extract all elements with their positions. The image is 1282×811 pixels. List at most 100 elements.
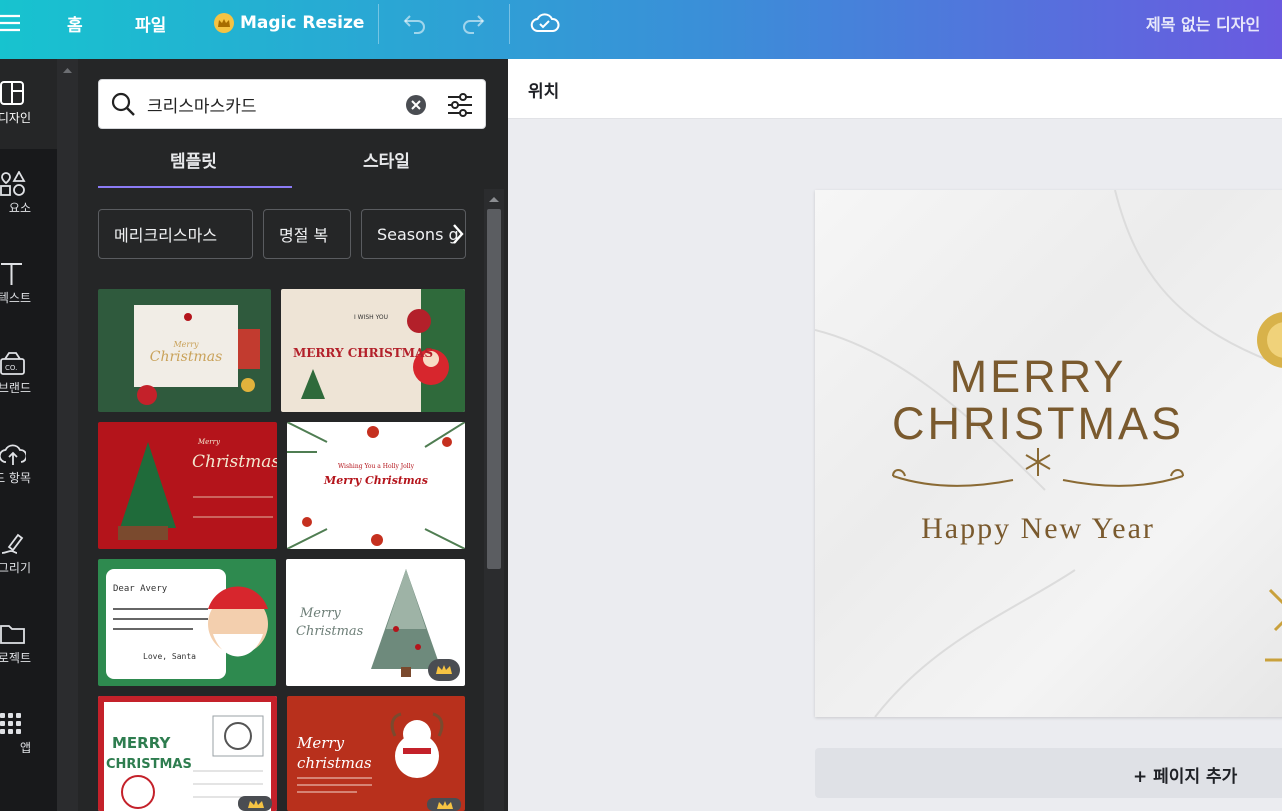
template-text: MERRY	[112, 734, 171, 752]
rail-item-uploads[interactable]: 업로드 항목	[0, 419, 57, 509]
design-artwork: MERRY CHRISTMAS Happy New Year	[815, 190, 1282, 717]
template-text: Merry	[296, 734, 345, 752]
design-title[interactable]: 제목 없는 디자인	[1146, 0, 1260, 46]
tab-templates[interactable]: 템플릿	[170, 147, 217, 172]
chip-holiday-clothes[interactable]: 명절 복	[263, 209, 351, 259]
panel-scrollbar[interactable]	[484, 189, 504, 811]
template-4-art: Dear Avery Love, Santa	[98, 559, 276, 686]
template-text: Merry	[299, 606, 341, 621]
template-thumbnail[interactable]: I WISH YOU MERRY CHRISTMAS	[281, 289, 465, 412]
panel-scrollbar-thumb[interactable]	[487, 209, 501, 569]
template-0-art: Merry Christmas	[98, 289, 271, 412]
template-text: CHRISTMAS	[106, 757, 192, 772]
template-thumbnail[interactable]: Merry Christmas	[98, 289, 271, 412]
top-toolbar: 홈 파일 Magic Resize 제목 없는 디자인	[0, 0, 1282, 59]
home-button[interactable]: 홈	[67, 0, 83, 46]
template-text: Christmas	[192, 452, 277, 472]
template-text: Love, Santa	[143, 652, 196, 661]
template-thumbnail[interactable]: Dear Avery Love, Santa	[98, 559, 276, 686]
rail-item-elements[interactable]: 요소	[0, 149, 57, 239]
template-5-art: Merry Christmas	[286, 559, 465, 686]
filter-sliders-icon[interactable]	[447, 92, 473, 118]
file-menu-button[interactable]: 파일	[135, 0, 166, 46]
rail-label: 브랜드	[0, 381, 31, 395]
cloud-save-button[interactable]	[530, 0, 560, 46]
redo-icon	[463, 15, 485, 34]
rail-label: 프로젝트	[0, 651, 31, 665]
template-text: Merry Christmas	[323, 474, 428, 487]
design-headline-merry[interactable]: MERRY	[950, 351, 1127, 402]
layout-icon	[0, 81, 24, 105]
magic-resize-button[interactable]: Magic Resize	[213, 0, 364, 46]
cloud-check-icon	[530, 13, 560, 32]
chip-label: Seasons g	[377, 224, 459, 244]
design-page[interactable]: MERRY CHRISTMAS Happy New Year	[815, 190, 1282, 717]
menu-button[interactable]	[0, 0, 26, 46]
template-3-art: Wishing You a Holly Jolly Merry Christma…	[287, 422, 465, 549]
add-page-button[interactable]: + 페이지 추가	[815, 748, 1282, 798]
folder-icon	[0, 625, 25, 644]
template-text: Christmas	[296, 624, 364, 639]
rail-label: 앱	[19, 741, 31, 755]
clear-search-icon[interactable]	[405, 94, 427, 116]
design-subline[interactable]: Happy New Year	[921, 512, 1155, 545]
template-1-art: I WISH YOU MERRY CHRISTMAS	[281, 289, 465, 412]
snowflake-ornament-icon	[892, 448, 1184, 487]
template-text: I WISH YOU	[354, 314, 388, 321]
chips-next-arrow-icon[interactable]	[450, 222, 466, 246]
template-thumbnail[interactable]: Merry Christmas	[286, 559, 465, 686]
template-thumbnail[interactable]: Merry Christmas	[98, 422, 277, 549]
rail-item-design[interactable]: 디자인	[0, 59, 57, 149]
crown-icon	[214, 13, 234, 33]
gold-ornament-icon	[1257, 312, 1282, 662]
tab-styles[interactable]: 스타일	[363, 147, 410, 172]
rail-item-draw[interactable]: 그리기	[0, 509, 57, 599]
rail-label: 요소	[8, 201, 31, 215]
rail-item-apps[interactable]: 앱	[0, 689, 57, 779]
brand-icon: CO.	[0, 352, 25, 375]
template-thumbnail[interactable]: MERRY CHRISTMAS	[98, 696, 277, 811]
template-text: Wishing You a Holly Jolly	[338, 463, 415, 470]
upload-icon	[0, 444, 26, 465]
page-title[interactable]: 위치	[528, 77, 559, 102]
template-text: Dear Avery	[113, 584, 168, 594]
template-text: MERRY CHRISTMAS	[293, 346, 433, 360]
rail-label: 텍스트	[0, 291, 31, 305]
template-7-art: Merry christmas	[287, 696, 465, 811]
rail-scrollbar[interactable]	[57, 59, 78, 811]
template-2-art: Merry Christmas	[98, 422, 277, 549]
page-header: 위치	[508, 59, 1282, 119]
template-thumbnail[interactable]: Wishing You a Holly Jolly Merry Christma…	[287, 422, 465, 549]
canvas-area: 위치 MERRY CHRISTMAS Happy New Year + 페이지 …	[508, 59, 1282, 811]
design-headline-christmas[interactable]: CHRISTMAS	[892, 398, 1184, 449]
text-icon	[1, 263, 22, 285]
search-input[interactable]	[147, 90, 397, 118]
template-text: Christmas	[150, 349, 223, 365]
search-box	[98, 79, 486, 129]
template-text: Merry	[172, 340, 199, 349]
magic-resize-label: Magic Resize	[240, 13, 365, 33]
shapes-icon	[0, 171, 26, 196]
template-text: Merry	[197, 438, 221, 446]
undo-button[interactable]	[402, 0, 428, 46]
templates-panel: 템플릿 스타일 메리크리스마스 명절 복 Seasons g Merry Chr…	[78, 59, 508, 811]
template-thumbnail[interactable]: Merry christmas	[287, 696, 465, 811]
redo-button[interactable]	[460, 0, 486, 46]
template-6-art: MERRY CHRISTMAS	[98, 696, 277, 811]
rail-item-brand[interactable]: CO. 브랜드	[0, 329, 57, 419]
add-page-label: + 페이지 추가	[1133, 767, 1238, 787]
svg-text:CO.: CO.	[5, 364, 17, 372]
chip-merry-christmas[interactable]: 메리크리스마스	[98, 209, 253, 259]
rail-item-projects[interactable]: 프로젝트	[0, 599, 57, 689]
rail-item-text[interactable]: 텍스트	[0, 239, 57, 329]
scroll-up-arrow-icon	[489, 197, 499, 202]
apps-icon	[0, 713, 21, 734]
scroll-up-arrow-icon	[63, 68, 72, 73]
rail-label: 그리기	[0, 561, 31, 575]
rail-label: 업로드 항목	[0, 471, 31, 485]
rail-label: 디자인	[0, 111, 31, 125]
hamburger-icon	[0, 14, 20, 32]
template-text: christmas	[297, 754, 372, 772]
undo-icon	[403, 15, 425, 34]
draw-icon	[1, 533, 24, 554]
